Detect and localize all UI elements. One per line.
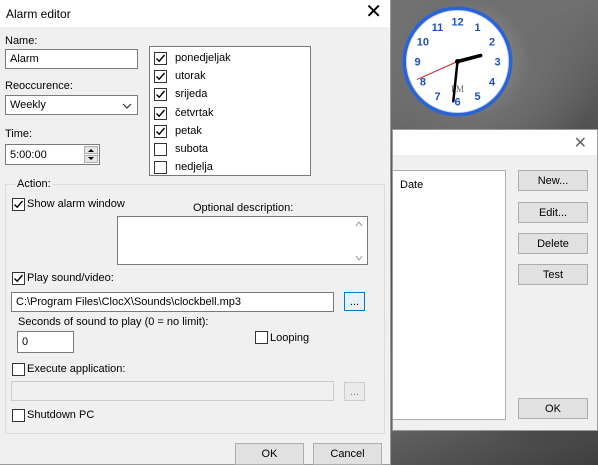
show-alarm-window-label: Show alarm window xyxy=(27,198,125,210)
shutdown-pc-checkbox[interactable] xyxy=(12,409,25,422)
looping-label: Looping xyxy=(270,332,310,344)
weekday-checkbox[interactable] xyxy=(154,106,167,120)
recurrence-select-value: Weekly xyxy=(10,99,46,111)
seconds-input-value: 0 xyxy=(22,336,29,348)
looping-checkbox[interactable] xyxy=(255,331,268,344)
dialog-titlebar: Alarm editor ✕ xyxy=(0,0,390,27)
chevron-down-icon xyxy=(122,103,132,109)
clock-number: 12 xyxy=(451,17,463,29)
alarm-editor-dialog: Alarm editor ✕ Name: Alarm Reoccurence: … xyxy=(0,0,391,465)
show-alarm-window-checkbox[interactable] xyxy=(12,198,25,211)
recurrence-label: Reoccurence: xyxy=(5,80,73,92)
weekday-label: nedjelja xyxy=(175,161,213,174)
optional-description-label: Optional description: xyxy=(193,202,294,214)
clock-number: 9 xyxy=(414,57,420,69)
weekday-item[interactable]: utorak xyxy=(154,68,304,84)
clock-number: 11 xyxy=(432,22,444,34)
browse-sound-button[interactable]: ... xyxy=(344,292,365,311)
close-icon[interactable]: ✕ xyxy=(365,2,382,22)
clock-number: 4 xyxy=(489,77,496,89)
clock-pm-label: PM xyxy=(451,84,464,94)
weekday-checklist[interactable]: ponedjeljak utorak srijeda četvrtak petak sub… xyxy=(149,46,311,176)
weekday-checkbox[interactable] xyxy=(154,52,167,65)
optional-description-textarea[interactable] xyxy=(117,216,368,265)
weekday-label: srijeda xyxy=(175,88,208,101)
ok-button[interactable]: OK xyxy=(518,398,588,419)
scrollbar-icon[interactable] xyxy=(354,218,364,264)
spin-up-icon[interactable] xyxy=(84,146,98,154)
weekday-item[interactable]: petak xyxy=(154,123,304,139)
spin-down-icon[interactable] xyxy=(84,155,98,163)
alarm-list-window: ✕ Date New... Edit... Delete Test OK xyxy=(392,129,598,431)
clock-number: 2 xyxy=(489,37,495,49)
dialog-title: Alarm editor xyxy=(6,7,71,21)
weekday-item[interactable]: ponedjeljak xyxy=(154,50,304,66)
cancel-button[interactable]: Cancel xyxy=(313,443,382,465)
time-label: Time: xyxy=(5,128,33,140)
execute-application-input[interactable] xyxy=(11,381,334,401)
clock-number: 5 xyxy=(474,91,480,103)
weekday-label: petak xyxy=(175,124,202,137)
sound-path-input[interactable]: C:\Program Files\ClocX\Sounds\clockbell.… xyxy=(11,292,334,312)
browse-application-button[interactable]: ... xyxy=(344,382,365,401)
clock-number: 1 xyxy=(474,22,480,34)
clock-number: 6 xyxy=(454,97,460,109)
weekday-checkbox[interactable] xyxy=(154,161,167,175)
alarm-list-titlebar: ✕ xyxy=(393,130,597,155)
weekday-item[interactable]: srijeda xyxy=(154,86,304,102)
name-input[interactable]: Alarm xyxy=(5,49,138,69)
new-alarm-button[interactable]: New... xyxy=(518,170,588,191)
weekday-label: subota xyxy=(175,143,209,155)
weekday-item[interactable]: nedjelja xyxy=(154,159,304,175)
delete-alarm-button[interactable]: Delete xyxy=(518,233,588,254)
alarm-list[interactable]: Date xyxy=(393,170,506,420)
desktop-clock[interactable]: 12 1234567891011 PM xyxy=(400,4,515,119)
list-column-header-date[interactable]: Date xyxy=(400,179,423,191)
weekday-label: utorak xyxy=(175,70,206,83)
clock-number: 7 xyxy=(434,91,440,103)
ok-button[interactable]: OK xyxy=(235,443,304,465)
name-label: Name: xyxy=(5,35,38,47)
weekday-item[interactable]: subota xyxy=(154,141,304,157)
weekday-label: četvrtak xyxy=(175,106,214,119)
weekday-checkbox[interactable] xyxy=(154,143,167,156)
execute-application-label: Execute application: xyxy=(27,363,126,375)
clock-number: 3 xyxy=(494,57,500,69)
time-input-value: 5:00:00 xyxy=(10,148,47,161)
weekday-checkbox[interactable] xyxy=(154,124,167,138)
sound-path-value: C:\Program Files\ClocX\Sounds\clockbell.… xyxy=(16,296,241,308)
recurrence-select[interactable]: Weekly xyxy=(5,95,138,115)
edit-alarm-button[interactable]: Edit... xyxy=(518,202,588,223)
weekday-label: ponedjeljak xyxy=(175,52,231,64)
test-alarm-button[interactable]: Test xyxy=(518,264,588,285)
weekday-checkbox[interactable] xyxy=(154,70,167,84)
shutdown-pc-label: Shutdown PC xyxy=(27,409,95,421)
time-spinner[interactable] xyxy=(84,146,98,163)
action-group-label: Action: xyxy=(15,178,53,190)
execute-application-checkbox[interactable] xyxy=(12,363,25,376)
weekday-checkbox[interactable] xyxy=(154,88,167,102)
clock-center-pin xyxy=(455,59,460,64)
seconds-label: Seconds of sound to play (0 = no limit): xyxy=(18,316,209,328)
seconds-input[interactable]: 0 xyxy=(17,331,74,353)
play-sound-checkbox[interactable] xyxy=(12,272,25,285)
play-sound-label: Play sound/video: xyxy=(27,272,114,284)
clock-number: 10 xyxy=(417,37,429,49)
close-icon[interactable]: ✕ xyxy=(574,133,587,153)
weekday-item[interactable]: četvrtak xyxy=(154,105,304,121)
name-input-value: Alarm xyxy=(10,53,39,65)
